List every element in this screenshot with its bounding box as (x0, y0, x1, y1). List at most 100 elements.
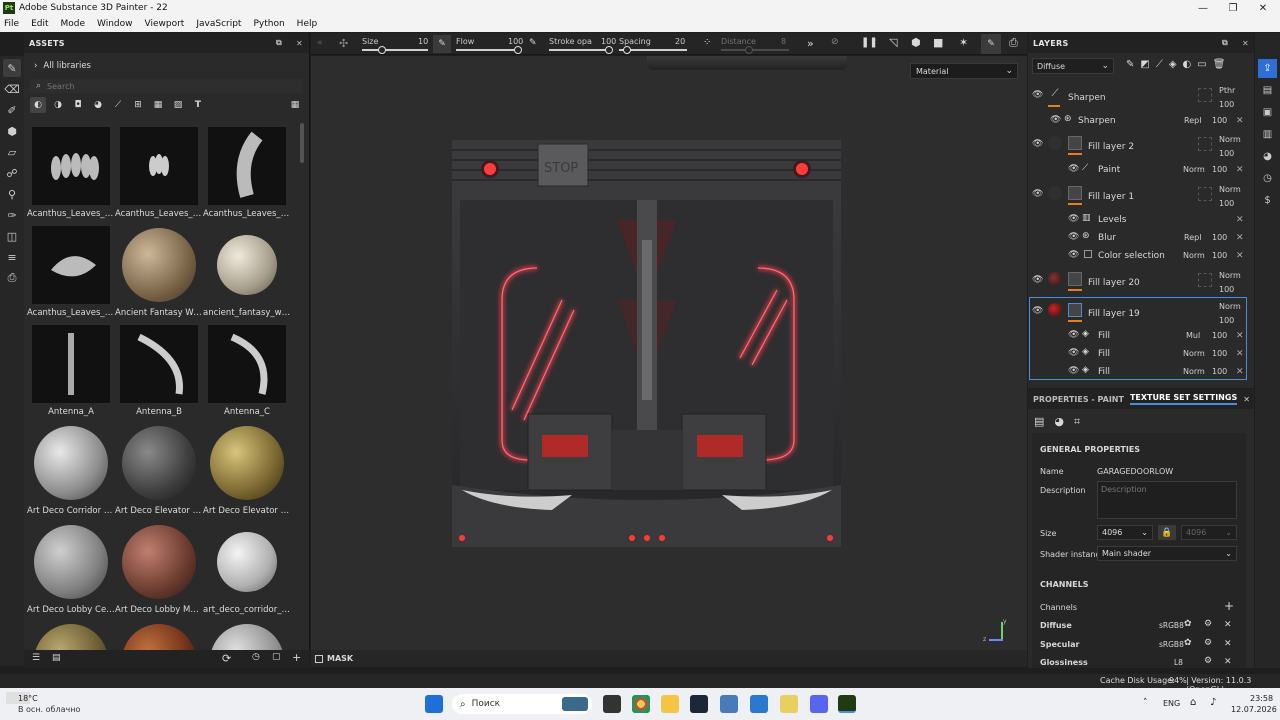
size-select-2[interactable]: 4096 ⌄ (1181, 525, 1237, 540)
asset-item[interactable] (115, 622, 203, 650)
remove-effect-icon[interactable]: ✕ (1236, 367, 1244, 377)
channel-row[interactable]: Specular sRGB8 ✿ ⚙ ✕ (1032, 635, 1246, 653)
substance-painter-taskbar-icon[interactable] (838, 695, 856, 713)
add-folder-icon[interactable]: ▭ (1197, 59, 1206, 70)
asset-item[interactable]: Antenna_A (27, 325, 115, 417)
channel-settings-icon[interactable]: ⚙ (1204, 619, 1212, 629)
effect-opacity[interactable]: 100 (1212, 251, 1227, 260)
layer-blend[interactable]: Norm (1219, 185, 1241, 194)
menu-mode[interactable]: Mode (61, 19, 86, 29)
render-view-icon[interactable]: ◹ (889, 36, 897, 49)
export-icon[interactable]: ⇪ (1258, 59, 1277, 78)
size-slider[interactable]: Size 10 (362, 37, 428, 54)
asset-item[interactable]: Ancient Fantasy Wor... (115, 226, 203, 318)
effect-opacity[interactable]: 100 (1212, 165, 1227, 174)
eye-icon[interactable]: 👁 (1068, 232, 1079, 242)
maximize-button[interactable]: ❐ (1218, 0, 1248, 16)
eye-icon[interactable]: 👁 (1032, 306, 1043, 316)
eye-icon[interactable]: 👁 (1068, 330, 1079, 340)
add-channel-icon[interactable]: + (1224, 599, 1234, 613)
texture-set-list-icon[interactable]: ▤ (1034, 415, 1044, 429)
undock-icon[interactable]: ⧉ (276, 38, 282, 48)
effect-row[interactable]: 👁 ▥ Levels ✕ (1028, 211, 1248, 229)
spacing-knob[interactable] (623, 46, 631, 54)
channel-settings-icon[interactable]: ⚙ (1204, 656, 1212, 666)
weather-text[interactable]: В осн. облачно (18, 705, 80, 714)
language-indicator[interactable]: ENG (1163, 699, 1180, 708)
weather-temp[interactable]: 18°C (18, 694, 38, 703)
smart-materials-filter-icon[interactable]: ◑ (50, 100, 66, 110)
new-folder-icon[interactable]: ▢ (272, 652, 281, 662)
effect-row[interactable]: 👁 ◈ Fill Mul 100 ✕ (1028, 327, 1248, 345)
effect-row[interactable]: 👁 ◈ Fill Norm 100 ✕ (1028, 363, 1248, 381)
effect-blend[interactable]: Norm (1183, 367, 1205, 376)
asset-item[interactable]: Art Deco Elevator Door (115, 424, 203, 516)
menu-python[interactable]: Python (253, 19, 284, 29)
effect-row[interactable]: 👁 ◈ Fill Norm 100 ✕ (1028, 345, 1248, 363)
app-icon-3[interactable] (780, 695, 798, 713)
add-effect-icon[interactable]: ✎ (1126, 59, 1134, 70)
asset-item[interactable]: Art Deco Lobby Ceili... (27, 523, 115, 615)
eraser-tool-icon[interactable]: ⌫ (3, 80, 21, 98)
mask-checkbox[interactable] (315, 654, 323, 663)
menu-viewport[interactable]: Viewport (145, 19, 185, 29)
close-window-button[interactable]: ✕ (1248, 0, 1278, 16)
effect-blend[interactable]: Norm (1183, 251, 1205, 260)
effect-blend[interactable]: Repl (1184, 233, 1201, 242)
text-filter-icon[interactable]: T (190, 100, 206, 110)
eye-icon[interactable]: 👁 (1068, 214, 1079, 224)
effect-row[interactable]: 👁 ⊛ Sharpen Repl 100 ✕ (1028, 112, 1248, 130)
size-knob[interactable] (378, 46, 386, 54)
camera-view-icon[interactable]: ■ (933, 36, 943, 49)
menu-window[interactable]: Window (97, 19, 133, 29)
masks-filter-icon[interactable]: ◘ (70, 100, 86, 110)
collapse-left-icon[interactable]: « (317, 38, 323, 48)
eye-icon[interactable]: 👁 (1050, 115, 1061, 125)
stroke-opacity-slider[interactable]: Stroke opa 100 (549, 37, 616, 54)
channel-settings-icon[interactable]: ⚙ (1204, 638, 1212, 648)
layer-opacity[interactable]: 100 (1219, 285, 1234, 294)
clock-date[interactable]: 12.07.2026 (1231, 705, 1277, 714)
layer-row[interactable]: 👁 Fill layer 2 Norm 100 (1028, 131, 1248, 159)
add-paint-layer-icon[interactable]: ⟋ (1156, 59, 1163, 70)
layer-row-selected[interactable]: 👁 Fill layer 19 Norm 100 (1028, 298, 1248, 326)
library-selector[interactable]: › All libraries (34, 61, 91, 71)
menu-javascript[interactable]: JavaScript (196, 19, 241, 29)
polygon-fill-tool-icon[interactable]: ▱ (3, 143, 21, 161)
add-fill-layer-icon[interactable]: ◈ (1169, 59, 1177, 70)
history-icon[interactable]: ◷ (252, 652, 260, 662)
asset-item[interactable]: Art Deco Corridor M... (27, 424, 115, 516)
file-explorer-icon[interactable] (661, 695, 679, 713)
effect-opacity[interactable]: 100 (1212, 233, 1227, 242)
taskbar-search[interactable]: ⌕ Поиск (452, 694, 592, 714)
display-settings-icon[interactable]: ◕ (1258, 147, 1277, 166)
asset-item[interactable]: art_deco_corridor_m... (203, 523, 291, 615)
eye-icon[interactable]: 👁 (1068, 250, 1079, 260)
effect-row[interactable]: 👁 ⊛ Blur Repl 100 ✕ (1028, 229, 1248, 247)
layer-opacity[interactable]: 100 (1219, 199, 1234, 208)
layer-row[interactable]: 👁 Fill layer 1 Norm 100 (1028, 181, 1248, 209)
windows-start-icon[interactable] (425, 695, 443, 713)
3d-view-icon[interactable]: ⬢ (911, 36, 921, 49)
projection-tool-icon[interactable]: ✐ (3, 101, 21, 119)
environments-filter-icon[interactable]: ▨ (170, 100, 186, 110)
effect-opacity[interactable]: 100 (1212, 331, 1227, 340)
layer-row[interactable]: 👁 ⟋ Sharpen Pthr 100 (1028, 83, 1248, 111)
clock-time[interactable]: 23:58 (1250, 694, 1273, 703)
tab-texture-set-settings[interactable]: TEXTURE SET SETTINGS (1129, 393, 1238, 405)
smudge-tool-icon[interactable]: ☍ (3, 164, 21, 182)
remove-effect-icon[interactable]: ✕ (1236, 349, 1244, 359)
pressure-size-icon[interactable]: ✎ (433, 35, 451, 53)
lighting-icon[interactable]: ✶ (959, 36, 968, 49)
distance-slider[interactable]: Distance 8 (721, 37, 789, 54)
tab-properties-paint[interactable]: PROPERTIES - PAINT (1033, 395, 1124, 404)
network-icon[interactable]: ⌂ (1190, 697, 1196, 708)
layers-icon[interactable]: ▤ (1258, 81, 1277, 100)
eye-icon[interactable]: 👁 (1032, 90, 1043, 100)
lazy-mouse-icon[interactable]: ⁘ (703, 37, 711, 48)
effect-row[interactable]: 👁 ⟋ Paint Norm 100 ✕ (1028, 161, 1248, 179)
measure-tool-icon[interactable]: ≡ (3, 248, 21, 266)
lock-icon[interactable]: 🔒 (1158, 525, 1176, 540)
history-panel-icon[interactable]: ◷ (1258, 169, 1277, 188)
asset-item[interactable]: Art Deco Lobby Mar... (115, 523, 203, 615)
